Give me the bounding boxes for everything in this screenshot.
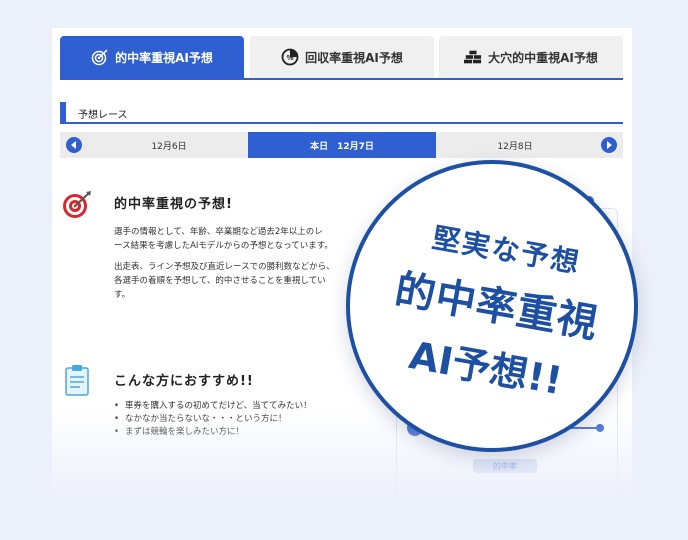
date-prev[interactable]: 12月6日 — [90, 132, 248, 158]
prev-arrow-icon[interactable] — [66, 137, 82, 153]
gold-bars-icon — [464, 48, 482, 66]
prediction-tabs: 的中率重視AI予想 % 回収率重視AI予想 大穴的中重視AI予想 — [60, 36, 623, 80]
tab-label: 回収率重視AI予想 — [305, 50, 403, 65]
clipboard-icon — [64, 364, 90, 400]
next-arrow-icon[interactable] — [601, 137, 617, 153]
race-section-label: 予想レース — [78, 110, 128, 121]
date-next[interactable]: 12月8日 — [436, 132, 594, 158]
tab-return-rate[interactable]: % 回収率重視AI予想 — [250, 36, 434, 78]
list-item: 車券を購入するの初めてだけど、当ててみたい！ — [114, 400, 312, 413]
target-icon — [62, 190, 92, 224]
tab-label: 大穴的中重視AI予想 — [488, 50, 598, 65]
prediction-title: 的中率重視の予想! — [114, 197, 233, 212]
list-item: なかなか当たらないな・・・という方に！ — [114, 413, 312, 426]
target-icon — [91, 48, 109, 66]
recommend-list: 車券を購入するの初めてだけど、当ててみたい！ なかなか当たらないな・・・という方… — [114, 400, 312, 439]
promo-stamp: 堅実な予想 的中率重視 AI予想!! — [346, 160, 638, 452]
section-marker — [60, 102, 66, 124]
tab-longshot[interactable]: 大穴的中重視AI予想 — [439, 36, 623, 78]
svg-text:%: % — [287, 54, 294, 62]
list-item: まずは競輪を楽しみたい方に！ — [114, 426, 312, 439]
tab-hit-rate[interactable]: 的中率重視AI予想 — [60, 36, 244, 78]
tab-label: 的中率重視AI予想 — [115, 50, 213, 65]
race-section-header: 予想レース — [60, 102, 623, 124]
recommend-title: こんな方におすすめ!! — [114, 374, 254, 389]
date-navigation: 12月6日 本日 12月7日 12月8日 — [60, 132, 623, 158]
stamp-text: 堅実な予想 的中率重視 AI予想!! — [327, 141, 665, 479]
percent-pie-icon: % — [281, 48, 299, 66]
